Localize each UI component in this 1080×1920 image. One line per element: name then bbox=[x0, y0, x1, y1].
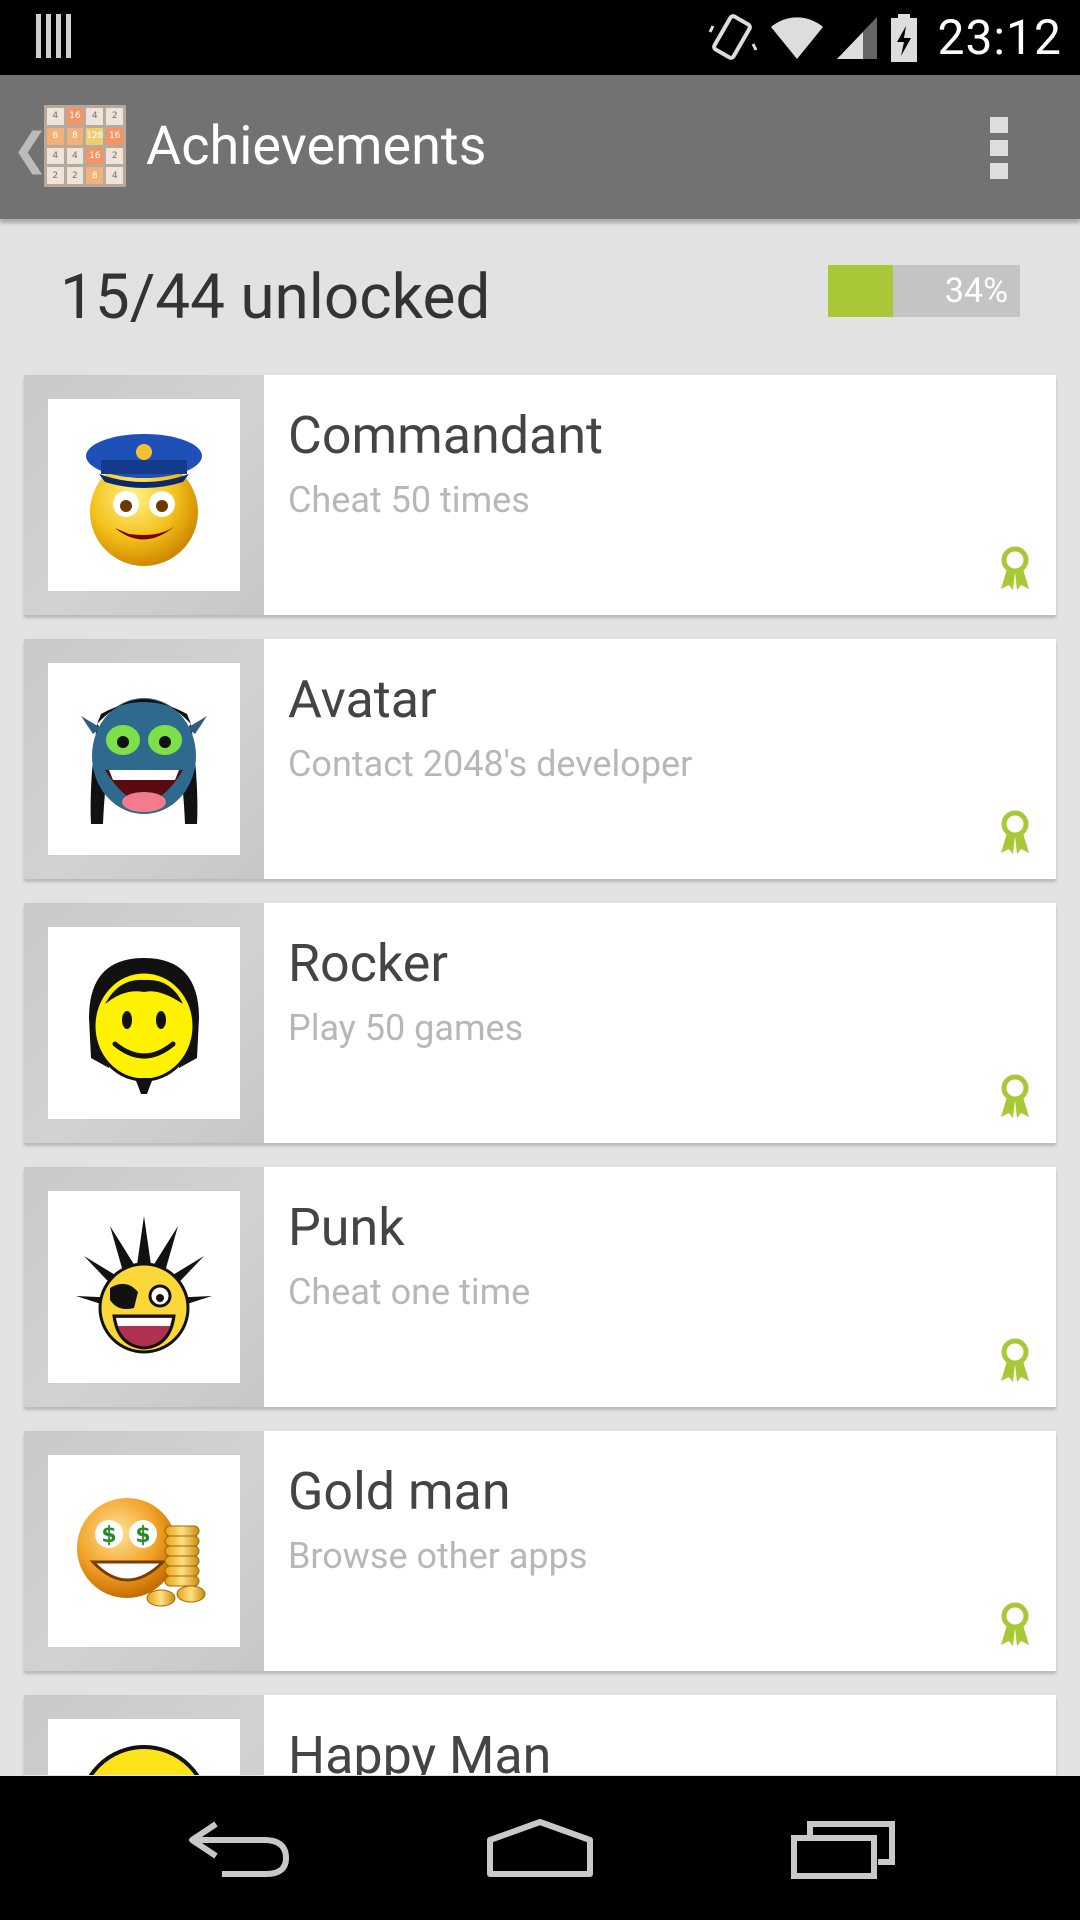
recent-apps-icon[interactable] bbox=[790, 1816, 898, 1880]
ribbon-badge-icon bbox=[1001, 810, 1029, 854]
logo-tile: 4 bbox=[47, 108, 64, 125]
achievement-card[interactable]: $ $ Gold man Browse other apps bbox=[24, 1431, 1056, 1671]
svg-text:$: $ bbox=[101, 1523, 116, 1548]
logo-tile: 2 bbox=[47, 167, 64, 184]
achievement-card[interactable]: Rocker Play 50 games bbox=[24, 903, 1056, 1143]
action-bar: ❮ 4 16 4 2 8 8 128 16 4 4 16 2 2 2 8 4 A… bbox=[0, 75, 1080, 219]
unlocked-count: 15/44 unlocked bbox=[60, 261, 491, 334]
back-arrow-icon[interactable] bbox=[186, 1816, 292, 1880]
logo-tile: 8 bbox=[66, 127, 84, 145]
achievement-card[interactable]: Punk Cheat one time bbox=[24, 1167, 1056, 1407]
logo-tile: 16 bbox=[86, 147, 104, 165]
logo-tile: 128 bbox=[86, 127, 104, 145]
page-title: Achievements bbox=[146, 115, 487, 178]
progress-bar: 34% bbox=[828, 265, 1020, 317]
rocker-smiley-icon bbox=[48, 927, 240, 1119]
notification-bars-icon bbox=[36, 14, 72, 58]
ribbon-badge-icon bbox=[1001, 1602, 1029, 1646]
signal-icon bbox=[837, 16, 878, 59]
achievement-card[interactable]: Happy Man bbox=[24, 1695, 1056, 1775]
ribbon-badge-icon bbox=[1001, 1074, 1029, 1118]
achievement-card[interactable]: Commandant Cheat 50 times bbox=[24, 375, 1056, 615]
progress-label: 34% bbox=[944, 271, 1008, 311]
achievement-title: Avatar bbox=[288, 669, 437, 730]
progress-fill bbox=[828, 265, 894, 317]
avatar-smiley-icon bbox=[48, 663, 240, 855]
logo-tile: 2 bbox=[106, 147, 123, 165]
svg-text:$: $ bbox=[135, 1523, 150, 1548]
happy-smiley-icon bbox=[48, 1719, 240, 1775]
vibrate-icon bbox=[709, 13, 758, 60]
achievement-description: Browse other apps bbox=[288, 1535, 588, 1577]
battery-charging-icon bbox=[891, 13, 918, 62]
achievement-description: Cheat 50 times bbox=[288, 479, 530, 521]
achievement-title: Punk bbox=[288, 1197, 405, 1258]
achievement-list[interactable]: Commandant Cheat 50 times Avatar Contact… bbox=[0, 375, 1080, 1775]
home-icon[interactable] bbox=[484, 1816, 596, 1880]
achievement-description: Contact 2048's developer bbox=[288, 743, 693, 785]
navigation-bar bbox=[0, 1776, 1080, 1920]
ribbon-badge-icon bbox=[1001, 1338, 1029, 1382]
logo-tile: 4 bbox=[106, 167, 123, 184]
achievement-title: Happy Man bbox=[288, 1725, 552, 1775]
clock: 23:12 bbox=[937, 9, 1062, 66]
overflow-menu-icon[interactable] bbox=[990, 117, 1008, 179]
punk-smiley-icon bbox=[48, 1191, 240, 1383]
logo-tile: 2 bbox=[66, 167, 84, 184]
logo-tile: 4 bbox=[47, 147, 64, 165]
police-smiley-icon bbox=[48, 399, 240, 591]
logo-tile: 4 bbox=[66, 147, 84, 165]
achievement-title: Commandant bbox=[288, 405, 604, 466]
gold-smiley-icon: $ $ bbox=[48, 1455, 240, 1647]
logo-tile: 8 bbox=[47, 127, 64, 145]
status-bar: 23:12 bbox=[0, 0, 1080, 75]
logo-tile: 2 bbox=[106, 108, 123, 125]
ribbon-badge-icon bbox=[1001, 546, 1029, 590]
logo-tile: 16 bbox=[106, 127, 123, 145]
achievement-card[interactable]: Avatar Contact 2048's developer bbox=[24, 639, 1056, 879]
logo-tile: 4 bbox=[86, 108, 104, 125]
achievement-title: Gold man bbox=[288, 1461, 511, 1522]
logo-tile: 8 bbox=[86, 167, 104, 184]
logo-tile: 16 bbox=[66, 108, 84, 125]
achievement-title: Rocker bbox=[288, 933, 448, 994]
achievement-description: Play 50 games bbox=[288, 1007, 524, 1049]
app-logo[interactable]: 4 16 4 2 8 8 128 16 4 4 16 2 2 2 8 4 bbox=[44, 105, 126, 187]
wifi-icon bbox=[771, 16, 824, 59]
achievement-description: Cheat one time bbox=[288, 1271, 531, 1313]
